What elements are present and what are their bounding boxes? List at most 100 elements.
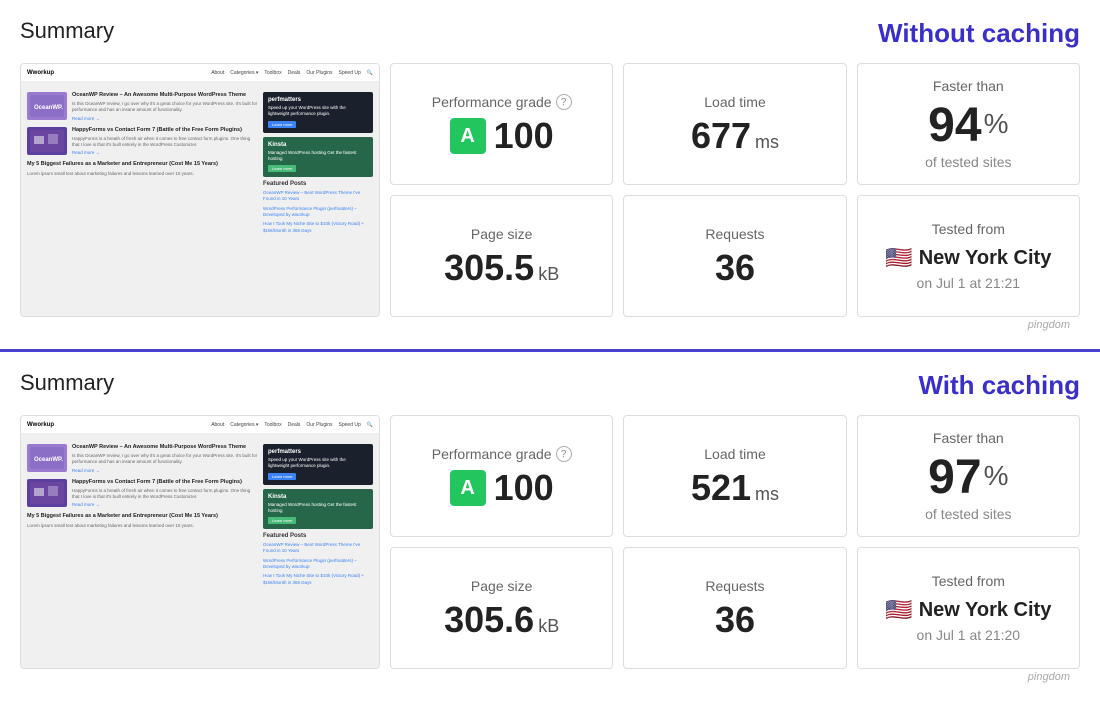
grade-number-1: 100 <box>494 118 554 154</box>
post-item-4: OceanWP. OceanWP Review – An Awesome Mul… <box>27 444 258 473</box>
post-thumb-1: OceanWP. <box>27 92 67 120</box>
with-caching-section: Summary With caching Wworkup About Categ… <box>0 352 1100 701</box>
section-header-1: Summary Without caching <box>20 18 1080 49</box>
site-logo-2: Wworkup <box>27 422 54 428</box>
metric-label-load-1: Load time <box>704 94 765 110</box>
post-text-3: My 5 Biggest Failures as a Marketer and … <box>27 161 218 176</box>
metric-label-perf-1: Performance grade ? <box>432 94 572 110</box>
faster-value-2: 97% <box>928 454 1008 502</box>
post-text-6: My 5 Biggest Failures as a Marketer and … <box>27 513 218 528</box>
featured-posts-2: Featured Posts OceanWP Review – Best Wor… <box>263 533 373 586</box>
tested-city-2: 🇺🇸 New York City <box>885 597 1051 623</box>
without-caching-section: Summary Without caching Wworkup About Ca… <box>0 0 1100 352</box>
metric-performance-grade-1: Performance grade ? A 100 <box>390 63 613 185</box>
load-time-value-2: 521ms <box>691 470 779 506</box>
site-screenshot-2: Wworkup About Categories ▾ Toolbox Deals… <box>20 415 380 669</box>
page-size-value-1: 305.5kB <box>444 250 559 286</box>
metric-requests-2: Requests 36 <box>623 547 846 669</box>
post-item-5: HappyForms vs Contact Form 7 (Battle of … <box>27 479 258 508</box>
faster-sub-1: of tested sites <box>925 154 1011 170</box>
metrics-grid-1: Performance grade ? A 100 Load time 677m… <box>390 63 1080 317</box>
post-text-1: OceanWP Review – An Awesome Multi-Purpos… <box>72 92 258 121</box>
faster-value-1: 94% <box>928 102 1008 150</box>
help-icon-1[interactable]: ? <box>556 94 572 110</box>
requests-value-1: 36 <box>715 250 755 286</box>
browser-preview-1: Wworkup About Categories ▾ Toolbox Deals… <box>21 64 379 316</box>
svg-text:OceanWP.: OceanWP. <box>34 105 63 111</box>
metric-page-size-2: Page size 305.6kB <box>390 547 613 669</box>
tested-date-2: on Jul 1 at 21:20 <box>917 627 1021 643</box>
grade-badge-2: A <box>450 470 486 506</box>
section-content-1: Wworkup About Categories ▾ Toolbox Deals… <box>20 63 1080 317</box>
metric-performance-grade-2: Performance grade ? A 100 <box>390 415 613 537</box>
faster-sub-2: of tested sites <box>925 506 1011 522</box>
section-title-2: Summary <box>20 370 114 396</box>
main-posts-2: OceanWP. OceanWP Review – An Awesome Mul… <box>27 444 258 589</box>
page-size-value-2: 305.6kB <box>444 602 559 638</box>
post-text-5: HappyForms vs Contact Form 7 (Battle of … <box>72 479 258 508</box>
section-subtitle-1: Without caching <box>878 18 1080 49</box>
metric-page-size-1: Page size 305.5kB <box>390 195 613 317</box>
ad-block-4: Kinsta Managed WordPress hosting Get the… <box>263 489 373 530</box>
metrics-grid-2: Performance grade ? A 100 Load time 521m… <box>390 415 1080 669</box>
post-item-2: HappyForms vs Contact Form 7 (Battle of … <box>27 127 258 156</box>
help-icon-2[interactable]: ? <box>556 446 572 462</box>
ad-cta-2[interactable]: Learn more <box>268 165 296 172</box>
ad-block-3: perfmatters Speed up your WordPress site… <box>263 444 373 485</box>
browser-inner-2: OceanWP. OceanWP Review – An Awesome Mul… <box>21 438 379 595</box>
ad-cta-1[interactable]: Learn more <box>268 121 296 128</box>
sidebar-1: perfmatters Speed up your WordPress site… <box>263 92 373 237</box>
section-header-2: Summary With caching <box>20 370 1080 401</box>
requests-value-2: 36 <box>715 602 755 638</box>
metric-label-pagesize-1: Page size <box>471 226 532 242</box>
metric-label-requests-1: Requests <box>705 226 764 242</box>
post-item-1: OceanWP. OceanWP Review – An Awesome Mul… <box>27 92 258 121</box>
perf-value-2: A 100 <box>450 470 554 506</box>
metric-label-tested-2: Tested from <box>932 573 1005 589</box>
metric-label-tested-1: Tested from <box>932 221 1005 237</box>
post-text-4: OceanWP Review – An Awesome Multi-Purpos… <box>72 444 258 473</box>
post-thumb-2 <box>27 127 67 155</box>
nav-bar-2: Wworkup About Categories ▾ Toolbox Deals… <box>21 416 379 434</box>
post-text-2: HappyForms vs Contact Form 7 (Battle of … <box>72 127 258 156</box>
featured-posts-1: Featured Posts OceanWP Review – Best Wor… <box>263 181 373 234</box>
metric-tested-from-1: Tested from 🇺🇸 New York City on Jul 1 at… <box>857 195 1080 317</box>
metric-label-load-2: Load time <box>704 446 765 462</box>
browser-inner-1: OceanWP. OceanWP Review – An Awesome Mul… <box>21 86 379 243</box>
perf-value-1: A 100 <box>450 118 554 154</box>
grade-number-2: 100 <box>494 470 554 506</box>
metric-load-time-2: Load time 521ms <box>623 415 846 537</box>
post-item-6: My 5 Biggest Failures as a Marketer and … <box>27 513 258 528</box>
pingdom-watermark-2: pingdom <box>20 669 1080 687</box>
flag-icon-2: 🇺🇸 <box>885 597 912 623</box>
ad-cta-3[interactable]: Learn more <box>268 473 296 480</box>
metric-label-requests-2: Requests <box>705 578 764 594</box>
site-logo-1: Wworkup <box>27 70 54 76</box>
load-time-value-1: 677ms <box>691 118 779 154</box>
post-thumb-4: OceanWP. <box>27 444 67 472</box>
metric-label-pagesize-2: Page size <box>471 578 532 594</box>
post-thumb-5 <box>27 479 67 507</box>
svg-text:OceanWP.: OceanWP. <box>34 457 63 463</box>
metric-tested-from-2: Tested from 🇺🇸 New York City on Jul 1 at… <box>857 547 1080 669</box>
ad-cta-4[interactable]: Learn more <box>268 517 296 524</box>
post-item-3: My 5 Biggest Failures as a Marketer and … <box>27 161 258 176</box>
nav-bar-1: Wworkup About Categories ▾ Toolbox Deals… <box>21 64 379 82</box>
metric-requests-1: Requests 36 <box>623 195 846 317</box>
metric-load-time-1: Load time 677ms <box>623 63 846 185</box>
browser-preview-2: Wworkup About Categories ▾ Toolbox Deals… <box>21 416 379 668</box>
ad-block-1: perfmatters Speed up your WordPress site… <box>263 92 373 133</box>
section-title-1: Summary <box>20 18 114 44</box>
main-posts-1: OceanWP. OceanWP Review – An Awesome Mul… <box>27 92 258 237</box>
tested-city-1: 🇺🇸 New York City <box>885 245 1051 271</box>
nav-items-2: About Categories ▾ Toolbox Deals Our Plu… <box>211 422 373 428</box>
flag-icon-1: 🇺🇸 <box>885 245 912 271</box>
tested-date-1: on Jul 1 at 21:21 <box>917 275 1021 291</box>
section-content-2: Wworkup About Categories ▾ Toolbox Deals… <box>20 415 1080 669</box>
metric-label-perf-2: Performance grade ? <box>432 446 572 462</box>
metric-label-faster-1: Faster than <box>933 78 1004 94</box>
metric-faster-than-1: Faster than 94% of tested sites <box>857 63 1080 185</box>
metric-label-faster-2: Faster than <box>933 430 1004 446</box>
metric-faster-than-2: Faster than 97% of tested sites <box>857 415 1080 537</box>
section-subtitle-2: With caching <box>918 370 1080 401</box>
